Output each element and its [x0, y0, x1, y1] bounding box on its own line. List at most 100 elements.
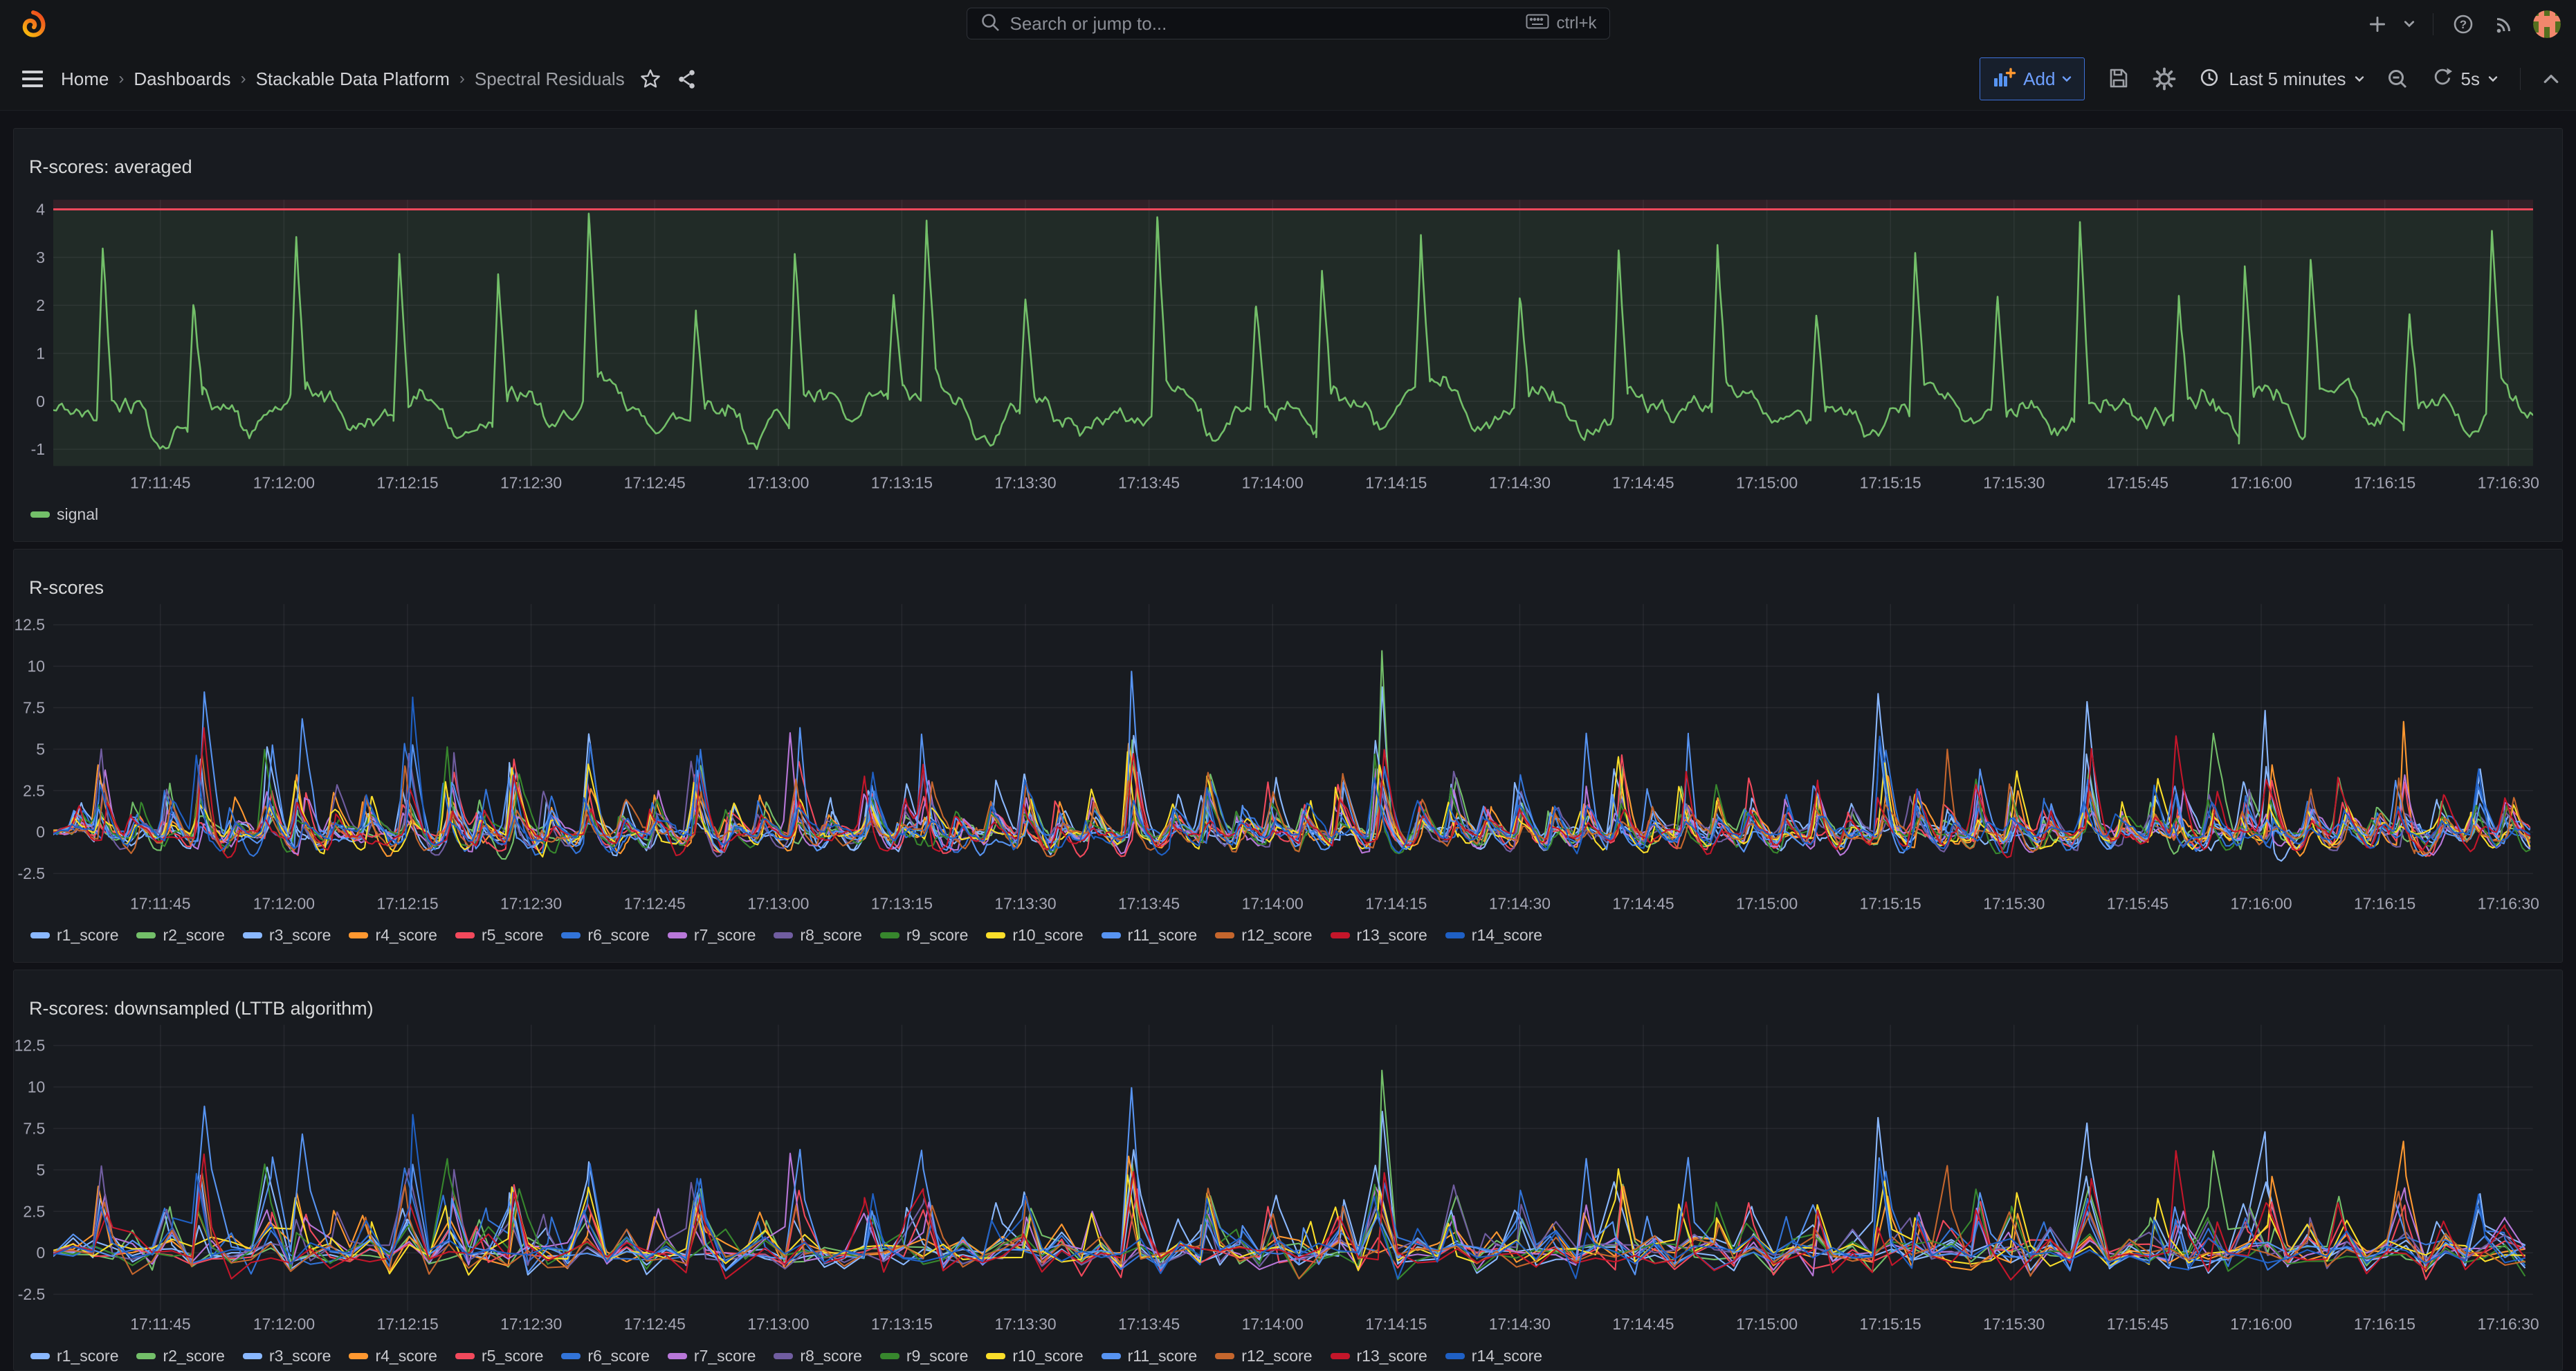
x-tick-label: 17:15:15 [1860, 894, 1921, 912]
legend-item-r1_score[interactable]: r1_score [30, 926, 118, 945]
legend-item-r14_score[interactable]: r14_score [1445, 1347, 1542, 1365]
add-new-button[interactable] [2369, 16, 2386, 33]
save-icon[interactable] [2107, 67, 2130, 91]
divider [2520, 68, 2521, 90]
chevron-down-icon[interactable] [2404, 20, 2415, 28]
y-tick-label: 12.5 [14, 616, 45, 634]
x-tick-label: 17:12:30 [500, 473, 562, 491]
news-icon[interactable] [2493, 13, 2515, 35]
r-scores-downsampled-chart[interactable]: 17:11:4517:12:0017:12:1517:12:3017:12:45… [14, 970, 2562, 1370]
legend-item-r11_score[interactable]: r11_score [1102, 926, 1198, 945]
legend-item-r6_score[interactable]: r6_score [561, 926, 649, 945]
x-tick-label: 17:15:15 [1860, 1315, 1921, 1333]
legend-item-r3_score[interactable]: r3_score [243, 1347, 331, 1365]
legend-swatch [561, 932, 581, 938]
legend-swatch [986, 932, 1005, 938]
legend-item-r13_score[interactable]: r13_score [1331, 926, 1427, 945]
y-tick-label: 0 [36, 823, 45, 841]
x-tick-label: 17:16:00 [2230, 894, 2292, 912]
legend-item-r4_score[interactable]: r4_score [349, 926, 437, 945]
x-tick-label: 17:15:45 [2107, 1315, 2168, 1333]
search-box[interactable]: Search or jump to... ctrl+k [967, 8, 1610, 39]
legend-item-r3_score[interactable]: r3_score [243, 926, 331, 945]
legend-item-r8_score[interactable]: r8_score [774, 926, 861, 945]
legend-item-r11_score[interactable]: r11_score [1102, 1347, 1198, 1365]
legend-swatch [30, 1353, 50, 1359]
legend-swatch [30, 511, 50, 518]
chart-legend: signal [30, 505, 98, 524]
legend-label: r2_score [163, 926, 224, 945]
legend-label: r1_score [57, 1347, 118, 1365]
legend-swatch [668, 932, 687, 938]
legend-label: r7_score [694, 926, 756, 945]
x-tick-label: 17:14:15 [1365, 1315, 1427, 1333]
r-scores-averaged-chart[interactable]: 17:11:4517:12:0017:12:1517:12:3017:12:45… [14, 129, 2562, 541]
refresh-interval-label: 5s [2461, 69, 2480, 90]
menu-icon[interactable] [19, 68, 46, 90]
time-range-picker[interactable]: Last 5 minutes [2198, 66, 2364, 92]
legend-item-r14_score[interactable]: r14_score [1445, 926, 1542, 945]
legend-item-r7_score[interactable]: r7_score [668, 1347, 756, 1365]
r-scores-chart[interactable]: 17:11:4517:12:0017:12:1517:12:3017:12:45… [14, 550, 2562, 962]
x-tick-label: 17:13:00 [747, 473, 809, 491]
x-tick-label: 17:13:00 [747, 1315, 809, 1333]
x-tick-label: 17:13:00 [747, 894, 809, 912]
legend-swatch [243, 1353, 262, 1359]
star-icon[interactable] [640, 69, 661, 89]
x-tick-label: 17:13:30 [994, 473, 1056, 491]
legend-item-r1_score[interactable]: r1_score [30, 1347, 118, 1365]
legend-swatch [1445, 932, 1465, 938]
grafana-logo[interactable] [18, 9, 47, 38]
legend-item-r12_score[interactable]: r12_score [1215, 1347, 1312, 1365]
legend-item-r5_score[interactable]: r5_score [455, 926, 543, 945]
x-tick-label: 17:11:45 [130, 894, 190, 912]
chart-legend: r1_score r2_score r3_score r4_score r5_score… [30, 926, 1542, 945]
x-tick-label: 17:15:00 [1736, 1315, 1798, 1333]
legend-swatch [136, 1353, 156, 1359]
legend-swatch [986, 1353, 1005, 1359]
add-panel-button[interactable]: Add [1980, 57, 2085, 100]
refresh-picker[interactable]: 5s [2431, 66, 2498, 92]
legend-item-r4_score[interactable]: r4_score [349, 1347, 437, 1365]
legend-item-r5_score[interactable]: r5_score [455, 1347, 543, 1365]
share-icon[interactable] [676, 68, 698, 90]
help-icon[interactable]: ? [2451, 12, 2475, 36]
legend-item-r7_score[interactable]: r7_score [668, 926, 756, 945]
legend-item-r8_score[interactable]: r8_score [774, 1347, 861, 1365]
x-tick-label: 17:16:15 [2354, 473, 2415, 491]
caret-up-icon[interactable] [2543, 73, 2559, 84]
legend-item-r2_score[interactable]: r2_score [136, 926, 224, 945]
legend-item-r13_score[interactable]: r13_score [1331, 1347, 1427, 1365]
x-tick-label: 17:12:30 [500, 894, 562, 912]
breadcrumb-folder[interactable]: Stackable Data Platform [256, 69, 450, 90]
zoom-out-icon[interactable] [2386, 68, 2409, 90]
legend-item-r10_score[interactable]: r10_score [986, 926, 1083, 945]
breadcrumb-dashboards[interactable]: Dashboards [134, 69, 230, 90]
legend-swatch [1215, 1353, 1234, 1359]
legend-item-r12_score[interactable]: r12_score [1215, 926, 1312, 945]
legend-item-r6_score[interactable]: r6_score [561, 1347, 649, 1365]
keyboard-shortcut: ctrl+k [1526, 12, 1596, 35]
chevron-down-icon [2355, 75, 2364, 82]
legend-item-r9_score[interactable]: r9_score [880, 926, 968, 945]
y-tick-label: 0 [36, 392, 45, 410]
legend-item-signal[interactable]: signal [30, 505, 98, 524]
breadcrumb-separator: › [459, 69, 465, 89]
legend-item-r2_score[interactable]: r2_score [136, 1347, 224, 1365]
panel-title[interactable]: R-scores [29, 577, 104, 599]
panel-title[interactable]: R-scores: downsampled (LTTB algorithm) [29, 998, 374, 1019]
user-avatar[interactable] [2533, 10, 2561, 38]
settings-gear-icon[interactable] [2153, 67, 2176, 91]
legend-swatch [774, 1353, 793, 1359]
x-tick-label: 17:12:15 [376, 473, 438, 491]
x-tick-label: 17:13:15 [871, 894, 933, 912]
y-tick-label: 7.5 [23, 698, 45, 716]
legend-swatch [349, 932, 368, 938]
x-tick-label: 17:15:45 [2107, 473, 2168, 491]
legend-label: r5_score [482, 926, 543, 945]
legend-item-r9_score[interactable]: r9_score [880, 1347, 968, 1365]
y-tick-label: 7.5 [23, 1119, 45, 1137]
breadcrumb-home[interactable]: Home [61, 69, 109, 90]
panel-title[interactable]: R-scores: averaged [29, 156, 192, 178]
legend-item-r10_score[interactable]: r10_score [986, 1347, 1083, 1365]
